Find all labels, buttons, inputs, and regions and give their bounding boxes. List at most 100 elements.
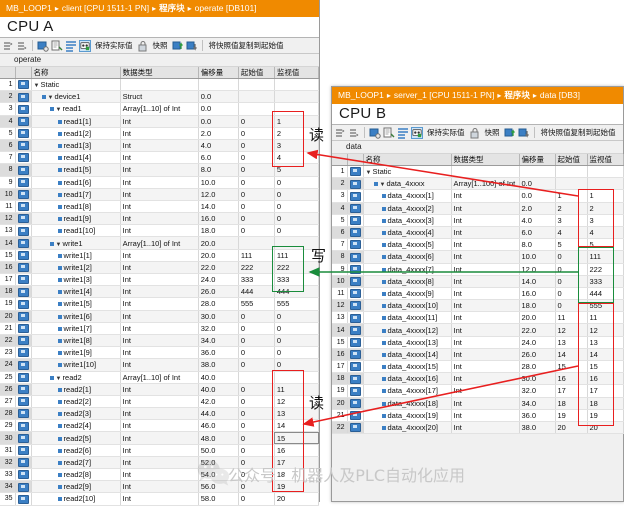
cell-name[interactable]: data_4xxxx[11] (363, 311, 452, 325)
cell-name[interactable]: read2[4] (31, 419, 121, 433)
cell-startvalue[interactable]: 0 (238, 176, 275, 189)
cell-datatype[interactable]: Int (120, 212, 199, 226)
cell-datatype[interactable]: Array[1..10] of Int (120, 371, 199, 384)
cell-startvalue[interactable]: 0 (238, 334, 275, 348)
cell-monitorvalue[interactable]: 18 (587, 397, 624, 410)
cell-startvalue[interactable]: 0 (238, 431, 275, 445)
cell-name[interactable]: read1[5] (31, 163, 121, 177)
cell-offset[interactable]: 20.0 (519, 311, 556, 325)
col-monitorvalue[interactable]: 监视值 (274, 67, 320, 79)
cell-datatype[interactable]: Int (451, 311, 520, 325)
snapshot-down-icon[interactable] (186, 40, 198, 52)
cell-datatype[interactable]: Int (120, 419, 199, 433)
table-row[interactable]: 35 read2[10] Int 58.0 0 20 (0, 492, 320, 506)
cell-startvalue[interactable] (238, 78, 275, 92)
cell-name[interactable]: read1[4] (31, 151, 121, 165)
cell-monitorvalue[interactable]: 0 (274, 322, 320, 335)
cell-offset[interactable]: 30.0 (198, 310, 239, 323)
cell-datatype[interactable]: Int (451, 397, 520, 410)
cell-startvalue[interactable]: 111 (238, 249, 275, 262)
cell-datatype[interactable]: Int (451, 189, 520, 203)
table-row[interactable]: 17 data_4xxxx[15] Int 28.0 15 15 (332, 360, 624, 374)
cell-monitorvalue[interactable]: 555 (587, 299, 624, 313)
cell-datatype[interactable]: Int (451, 372, 520, 386)
cell-startvalue[interactable]: 0 (238, 151, 275, 165)
cell-datatype[interactable]: Int (120, 346, 199, 360)
cell-startvalue[interactable]: 20 (555, 421, 588, 435)
cell-name[interactable]: write1[7] (31, 322, 121, 335)
cell-datatype[interactable]: Int (120, 480, 199, 494)
table-row[interactable]: 31 read2[6] Int 50.0 0 16 (0, 444, 320, 457)
snapshot-up-icon[interactable] (504, 127, 516, 139)
cell-offset[interactable]: 32.0 (198, 322, 239, 335)
cell-datatype[interactable]: Int (120, 200, 199, 214)
col-offset[interactable]: 偏移量 (198, 67, 239, 79)
cell-datatype[interactable]: Int (120, 492, 199, 506)
cell-monitorvalue[interactable]: 2 (587, 202, 624, 215)
cell-startvalue[interactable]: 444 (238, 285, 275, 299)
cell-offset[interactable]: 58.0 (198, 492, 239, 506)
cell-startvalue[interactable]: 0 (238, 224, 275, 238)
col-name[interactable]: 名称 (31, 67, 121, 79)
cell-offset[interactable]: 0.0 (519, 177, 556, 191)
cell-monitorvalue[interactable] (587, 177, 624, 191)
cell-offset[interactable]: 2.0 (198, 127, 239, 140)
cell-name[interactable]: read2[3] (31, 407, 121, 421)
cell-name[interactable]: data_4xxxx[20] (363, 421, 452, 435)
cell-name[interactable]: data_4xxxx[10] (363, 299, 452, 313)
cell-datatype[interactable]: Int (451, 202, 520, 215)
cell-startvalue[interactable] (555, 165, 588, 179)
snapshot-label[interactable]: 快照 (151, 40, 170, 51)
cell-offset[interactable]: 18.0 (198, 224, 239, 238)
cell-startvalue[interactable]: 14 (555, 348, 588, 362)
cell-datatype[interactable]: Int (120, 297, 199, 311)
cell-datatype[interactable]: Int (120, 224, 199, 238)
cell-datatype[interactable]: Int (120, 176, 199, 189)
cell-datatype[interactable]: Int (120, 383, 199, 396)
table-row[interactable]: 1 ▼Static (0, 78, 320, 92)
cell-offset[interactable]: 14.0 (519, 275, 556, 288)
cell-name[interactable]: data_4xxxx[9] (363, 287, 452, 301)
cell-offset[interactable]: 14.0 (198, 200, 239, 214)
table-row[interactable]: 1 ▼Static (332, 165, 624, 179)
cell-startvalue[interactable] (238, 371, 275, 384)
cell-offset[interactable] (519, 165, 556, 179)
cell-startvalue[interactable]: 0 (238, 115, 275, 128)
breadcrumb-folder[interactable]: 程序块 (159, 3, 185, 13)
cell-name[interactable]: read1[8] (31, 200, 121, 214)
cell-offset[interactable]: 28.0 (198, 297, 239, 311)
cell-startvalue[interactable]: 0 (238, 310, 275, 323)
cell-name[interactable]: data_4xxxx[15] (363, 360, 452, 374)
cell-offset[interactable]: 0.0 (519, 189, 556, 203)
table-row[interactable]: 12 read1[9] Int 16.0 0 0 (0, 212, 320, 226)
breadcrumb-project[interactable]: MB_LOOP1 (6, 3, 52, 13)
cell-offset[interactable]: 12.0 (198, 188, 239, 201)
table-row[interactable]: 12 data_4xxxx[10] Int 18.0 0 555 (332, 299, 624, 313)
cell-startvalue[interactable]: 0 (238, 358, 275, 372)
cell-startvalue[interactable]: 2 (555, 202, 588, 215)
cell-name[interactable]: read1[3] (31, 139, 121, 153)
cell-datatype[interactable]: Int (451, 275, 520, 288)
edit-icon[interactable] (383, 127, 395, 139)
table-row[interactable]: 22 write1[8] Int 34.0 0 0 (0, 334, 320, 348)
table-row[interactable]: 5 read1[2] Int 2.0 0 2 (0, 127, 320, 140)
cell-datatype[interactable]: Int (120, 310, 199, 323)
table-row[interactable]: 21 write1[7] Int 32.0 0 0 (0, 322, 320, 335)
cell-name[interactable]: write1[2] (31, 261, 121, 275)
cell-monitorvalue[interactable]: 20 (274, 492, 320, 506)
cell-offset[interactable]: 46.0 (198, 419, 239, 433)
copy-snapshot-to-start-label[interactable]: 将快照值复制到起始值 (539, 127, 618, 138)
cell-startvalue[interactable]: 1 (555, 189, 588, 203)
cell-offset[interactable]: 38.0 (198, 358, 239, 372)
cell-offset[interactable]: 48.0 (198, 431, 239, 445)
table-row[interactable]: 9 data_4xxxx[7] Int 12.0 0 222 (332, 263, 624, 276)
table-row[interactable]: 13 data_4xxxx[11] Int 20.0 11 11 (332, 311, 624, 325)
cell-name[interactable]: write1[4] (31, 285, 121, 299)
cell-startvalue[interactable] (238, 236, 275, 250)
cell-offset[interactable]: 0.0 (198, 115, 239, 128)
list-icon[interactable] (397, 127, 409, 139)
cell-offset[interactable]: 6.0 (519, 226, 556, 240)
cell-offset[interactable]: 16.0 (198, 212, 239, 226)
cell-name[interactable]: data_4xxxx[3] (363, 214, 452, 227)
cell-datatype[interactable]: Int (120, 395, 199, 409)
